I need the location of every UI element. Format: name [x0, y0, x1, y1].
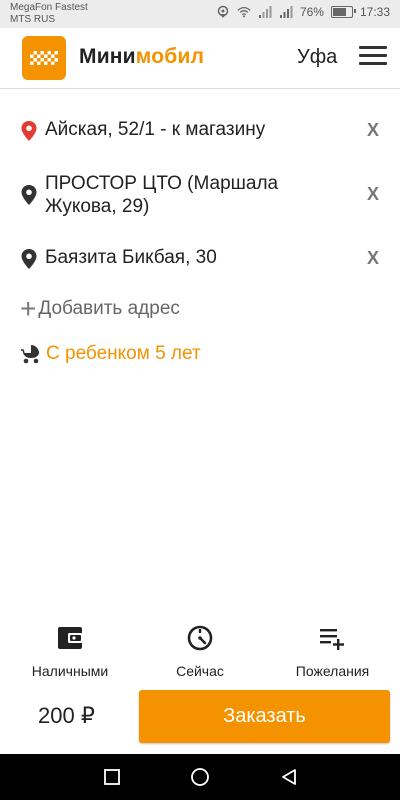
price-value: 200 ₽ — [38, 703, 95, 728]
location-icon — [217, 5, 229, 18]
child-option-label: С ребенком 5 лет — [46, 343, 201, 364]
address-item[interactable]: Баязита Бикбая, 30 X — [20, 246, 385, 272]
playlist-add-icon — [319, 629, 344, 650]
status-bar: MegaFon Fastest MTS RUS 76% 17:33 — [0, 0, 400, 28]
location-pin-icon — [21, 185, 37, 205]
address-item[interactable]: ПРОСТОР ЦТО (Маршала Жукова, 29) X — [20, 172, 385, 220]
carrier-line-1: MegaFon Fastest — [10, 2, 88, 13]
wishes-button[interactable]: Пожелания — [285, 624, 380, 679]
location-pin-icon — [21, 121, 37, 141]
address-text: Баязита Бикбая, 30 — [45, 247, 217, 268]
home-icon[interactable] — [190, 768, 210, 788]
carrier-line-2: MTS RUS — [10, 14, 55, 25]
address-text: ПРОСТОР ЦТО (Маршала Жукова, 29) — [45, 173, 279, 217]
add-address-button[interactable]: + Добавить адрес — [20, 293, 180, 324]
location-pin-icon — [21, 249, 37, 269]
brand-part-2: мобил — [135, 45, 205, 68]
brand-part-1: Мини — [79, 45, 136, 68]
payment-method-label: Наличными — [31, 663, 109, 679]
menu-icon[interactable] — [359, 46, 387, 68]
remove-address-button[interactable]: X — [367, 184, 379, 205]
city-selector[interactable]: Уфа — [297, 46, 337, 69]
status-icons: 76% 17:33 — [216, 5, 390, 19]
back-icon[interactable] — [280, 768, 298, 786]
child-seat-option[interactable]: С ребенком 5 лет — [20, 343, 201, 365]
signal-icon-1 — [258, 6, 272, 18]
wifi-icon — [237, 6, 251, 18]
wishes-label: Пожелания — [295, 663, 370, 679]
signal-icon-2 — [279, 6, 293, 18]
clock: 17:33 — [359, 5, 390, 19]
stroller-icon — [21, 345, 39, 364]
system-nav-bar — [0, 754, 400, 800]
address-text: Айская, 52/1 - к магазину — [45, 119, 266, 140]
taxi-logo-icon — [22, 36, 66, 80]
remove-address-button[interactable]: X — [367, 120, 379, 141]
timer-icon — [187, 625, 213, 651]
battery-level — [332, 8, 346, 16]
add-address-label: Добавить адрес — [38, 298, 180, 319]
brand-name: Минимобил — [79, 45, 204, 69]
battery-icon — [330, 6, 356, 18]
remove-address-button[interactable]: X — [367, 248, 379, 269]
wallet-icon — [58, 627, 83, 649]
carrier-info: MegaFon Fastest MTS RUS — [10, 2, 88, 26]
order-time-button[interactable]: Сейчас — [160, 624, 240, 679]
app-header: Минимобил Уфа — [0, 28, 400, 89]
battery-percent: 76% — [299, 5, 324, 19]
payment-method-button[interactable]: Наличными — [25, 624, 115, 679]
plus-icon: + — [20, 293, 37, 324]
recent-apps-icon[interactable] — [103, 768, 121, 786]
order-time-label: Сейчас — [176, 663, 224, 679]
address-item[interactable]: Айская, 52/1 - к магазину X — [20, 118, 385, 144]
order-button[interactable]: Заказать — [139, 690, 390, 743]
